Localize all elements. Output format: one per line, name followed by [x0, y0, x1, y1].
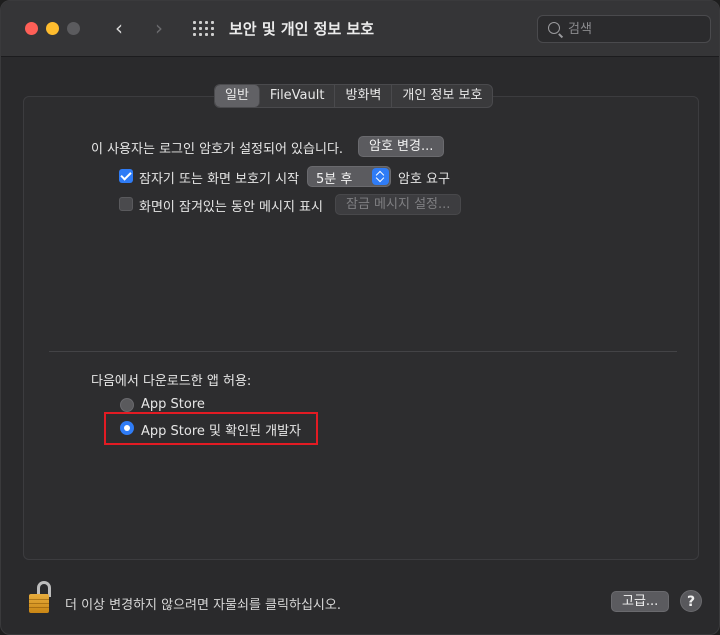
require-password-checkbox[interactable]	[119, 169, 133, 183]
zoom-window-button[interactable]	[67, 22, 80, 35]
search-icon	[548, 22, 560, 34]
tab-privacy[interactable]: 개인 정보 보호	[392, 85, 492, 107]
password-status-text: 이 사용자는 로그인 암호가 설정되어 있습니다.	[91, 142, 344, 157]
tab-filevault[interactable]: FileVault	[260, 85, 336, 107]
minimize-window-button[interactable]	[46, 22, 59, 35]
password-delay-popup[interactable]: 5분 후	[307, 166, 391, 187]
radio-app-store[interactable]	[120, 398, 134, 412]
preferences-window: ‹ › 보안 및 개인 정보 보호 일반 FileVault 방화벽 개인 정보…	[0, 0, 720, 635]
chevron-right-icon[interactable]: ›	[148, 17, 170, 41]
help-button[interactable]: ?	[680, 590, 702, 612]
search-input[interactable]	[568, 19, 704, 39]
title-bar: ‹ › 보안 및 개인 정보 보호	[1, 1, 719, 57]
advanced-button[interactable]: 고급...	[611, 591, 670, 612]
show-all-grid-icon[interactable]	[193, 21, 214, 37]
set-lock-message-button[interactable]: 잠금 메시지 설정...	[335, 194, 462, 215]
allow-downloads-label: 다음에서 다운로드한 앱 허용:	[91, 374, 252, 389]
lock-instruction-text: 더 이상 변경하지 않으려면 자물쇠를 클릭하십시오.	[65, 598, 341, 613]
change-password-button[interactable]: 암호 변경...	[358, 136, 445, 157]
lock-message-checkbox[interactable]	[119, 197, 133, 211]
lock-icon[interactable]	[27, 581, 53, 615]
updown-chevron-icon	[372, 168, 389, 185]
search-field[interactable]	[537, 15, 711, 43]
tab-general[interactable]: 일반	[215, 85, 260, 107]
require-password-suffix: 암호 요구	[398, 172, 450, 187]
tab-firewall[interactable]: 방화벽	[335, 85, 393, 107]
password-delay-value: 5분 후	[316, 172, 353, 187]
chevron-left-icon[interactable]: ‹	[108, 17, 130, 41]
radio-app-store-label[interactable]: App Store	[141, 397, 205, 412]
require-password-label: 잠자기 또는 화면 보호기 시작	[139, 172, 300, 187]
highlight-annotation-box	[104, 412, 318, 445]
tab-bar: 일반 FileVault 방화벽 개인 정보 보호	[214, 84, 494, 108]
section-divider	[49, 351, 677, 352]
lock-message-label: 화면이 잠겨있는 동안 메시지 표시	[139, 200, 323, 215]
close-window-button[interactable]	[25, 22, 38, 35]
window-title: 보안 및 개인 정보 보호	[229, 20, 375, 38]
